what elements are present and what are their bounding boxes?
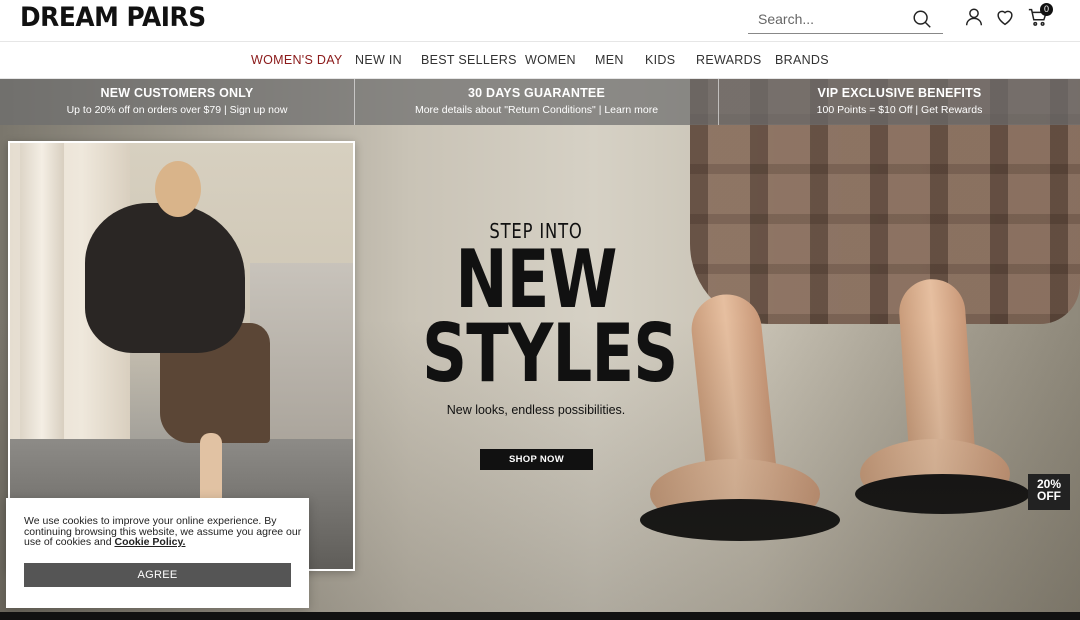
main-nav: WOMEN'S DAY NEW IN BEST SELLERS WOMEN ME…: [0, 42, 1080, 79]
promo-subtitle: More details about "Return Conditions" |…: [414, 104, 659, 116]
hero-tagline: New looks, endless possibilities.: [446, 403, 626, 417]
promo-subtitle: 100 Points = $10 Off | Get Rewards: [816, 104, 983, 116]
user-icon[interactable]: [963, 6, 985, 28]
photo-model-head: [155, 161, 201, 217]
cookie-banner: We use cookies to improve your online ex…: [6, 498, 309, 608]
agree-button[interactable]: AGREE: [24, 563, 291, 587]
promo-title: 30 DAYS GUARANTEE: [468, 86, 605, 100]
promo-title: NEW CUSTOMERS ONLY: [100, 86, 254, 100]
shop-now-button[interactable]: SHOP NOW: [480, 449, 593, 470]
discount-badge[interactable]: 20% OFF: [1028, 474, 1070, 510]
heart-icon[interactable]: [994, 6, 1016, 28]
search-icon[interactable]: [911, 8, 933, 30]
promo-subtitle: Up to 20% off on orders over $79 | Sign …: [66, 104, 288, 116]
cookie-policy-link[interactable]: Cookie Policy.: [114, 536, 185, 548]
hero-headline: STEP INTO NEW STYLES New looks, endless …: [390, 219, 682, 417]
site-header: DREAM PAIRS 0: [0, 0, 1080, 42]
nav-item-rewards[interactable]: REWARDS: [696, 53, 762, 67]
bottom-bar: [0, 612, 1080, 620]
site-logo[interactable]: DREAM PAIRS: [20, 2, 206, 33]
promo-title: VIP EXCLUSIVE BENEFITS: [817, 86, 982, 100]
nav-item-kids[interactable]: KIDS: [645, 53, 675, 67]
nav-item-best-sellers[interactable]: BEST SELLERS: [421, 53, 517, 67]
nav-item-men[interactable]: MEN: [595, 53, 624, 67]
promo-strip: NEW CUSTOMERS ONLY Up to 20% off on orde…: [0, 79, 1080, 125]
nav-item-new-in[interactable]: NEW IN: [355, 53, 402, 67]
nav-item-brands[interactable]: BRANDS: [775, 53, 829, 67]
nav-item-women[interactable]: WOMEN: [525, 53, 576, 67]
cookie-message: We use cookies to improve your online ex…: [24, 516, 304, 548]
discount-badge-label: OFF: [1037, 489, 1061, 503]
promo-vip[interactable]: VIP EXCLUSIVE BENEFITS 100 Points = $10 …: [718, 79, 1080, 125]
promo-guarantee[interactable]: 30 DAYS GUARANTEE More details about "Re…: [354, 79, 718, 125]
cart-count-badge: 0: [1040, 3, 1053, 16]
hero-line-2: STYLES: [422, 307, 678, 400]
promo-new-customers[interactable]: NEW CUSTOMERS ONLY Up to 20% off on orde…: [0, 79, 354, 125]
hero-line-1: NEW: [455, 233, 617, 326]
search-input[interactable]: [758, 8, 908, 30]
nav-item-womens-day[interactable]: WOMEN'S DAY: [251, 53, 343, 67]
search-box[interactable]: [748, 4, 943, 34]
photo-model-jacket: [85, 203, 245, 353]
